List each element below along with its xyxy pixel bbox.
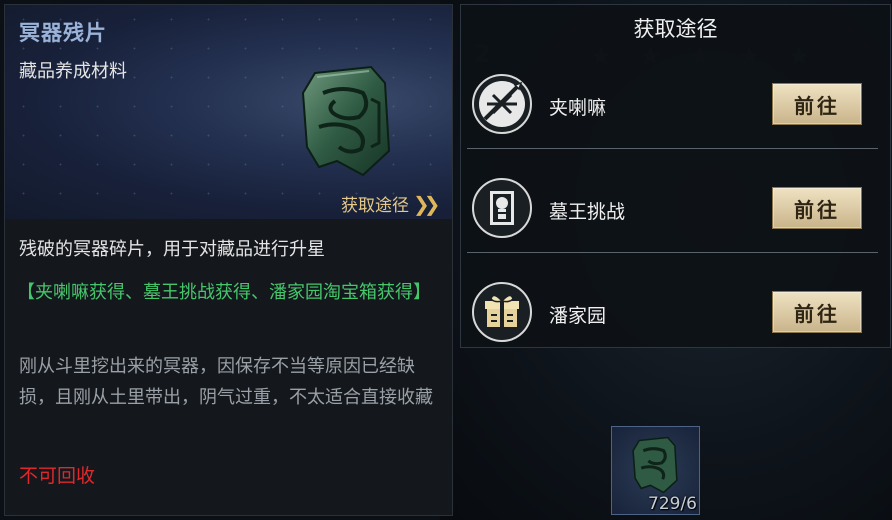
sword-shield-icon xyxy=(472,74,532,134)
item-header: 冥器残片 藏品养成材料 获取途径 ❯❯ xyxy=(5,5,452,219)
item-count: 729/6 xyxy=(648,494,697,514)
path-row-tomb-king: 墓王挑战 前往 xyxy=(461,149,890,253)
relic-fragment-icon xyxy=(632,436,678,494)
treasure-box-icon xyxy=(472,282,532,342)
path-row-jialama: 夹喇嘛 前往 xyxy=(461,45,890,149)
item-description: 残破的冥器碎片，用于对藏品进行升星 xyxy=(19,239,325,260)
panel-title: 获取途径 xyxy=(633,17,718,41)
item-name: 冥器残片 xyxy=(19,20,107,45)
obtain-path-link[interactable]: 获取途径 ❯❯ xyxy=(341,191,440,217)
double-chevron-right-icon: ❯❯ xyxy=(413,191,440,216)
path-label: 墓王挑战 xyxy=(549,201,626,223)
go-button-panjiayuan[interactable]: 前往 xyxy=(772,291,862,333)
item-lore: 刚从斗里挖出来的冥器，因保存不当等原因已经缺损，且刚从土里带出，阴气过重，不太适… xyxy=(19,356,433,408)
item-sources: 【夹喇嘛获得、墓王挑战获得、潘家园淘宝箱获得】 xyxy=(17,282,431,303)
go-button-tomb-king[interactable]: 前往 xyxy=(772,187,862,229)
obtain-path-panel: 获取途径 夹喇嘛 前往 墓王挑战 前往 潘家园 前往 xyxy=(460,4,891,348)
inventory-slot[interactable]: 729/6 xyxy=(611,426,700,515)
item-detail-panel: 冥器残片 藏品养成材料 获取途径 ❯❯ 残破的冥器碎片，用于对藏品进行升星 【夹… xyxy=(4,4,453,516)
go-button-jialama[interactable]: 前往 xyxy=(772,83,862,125)
path-label: 潘家园 xyxy=(549,305,607,327)
item-category: 藏品养成材料 xyxy=(19,61,127,82)
path-label: 夹喇嘛 xyxy=(549,97,607,119)
path-row-panjiayuan: 潘家园 前往 xyxy=(461,253,890,357)
relic-fragment-icon xyxy=(301,65,391,177)
tomb-king-icon xyxy=(472,178,532,238)
recycle-status: 不可回收 xyxy=(19,465,96,487)
